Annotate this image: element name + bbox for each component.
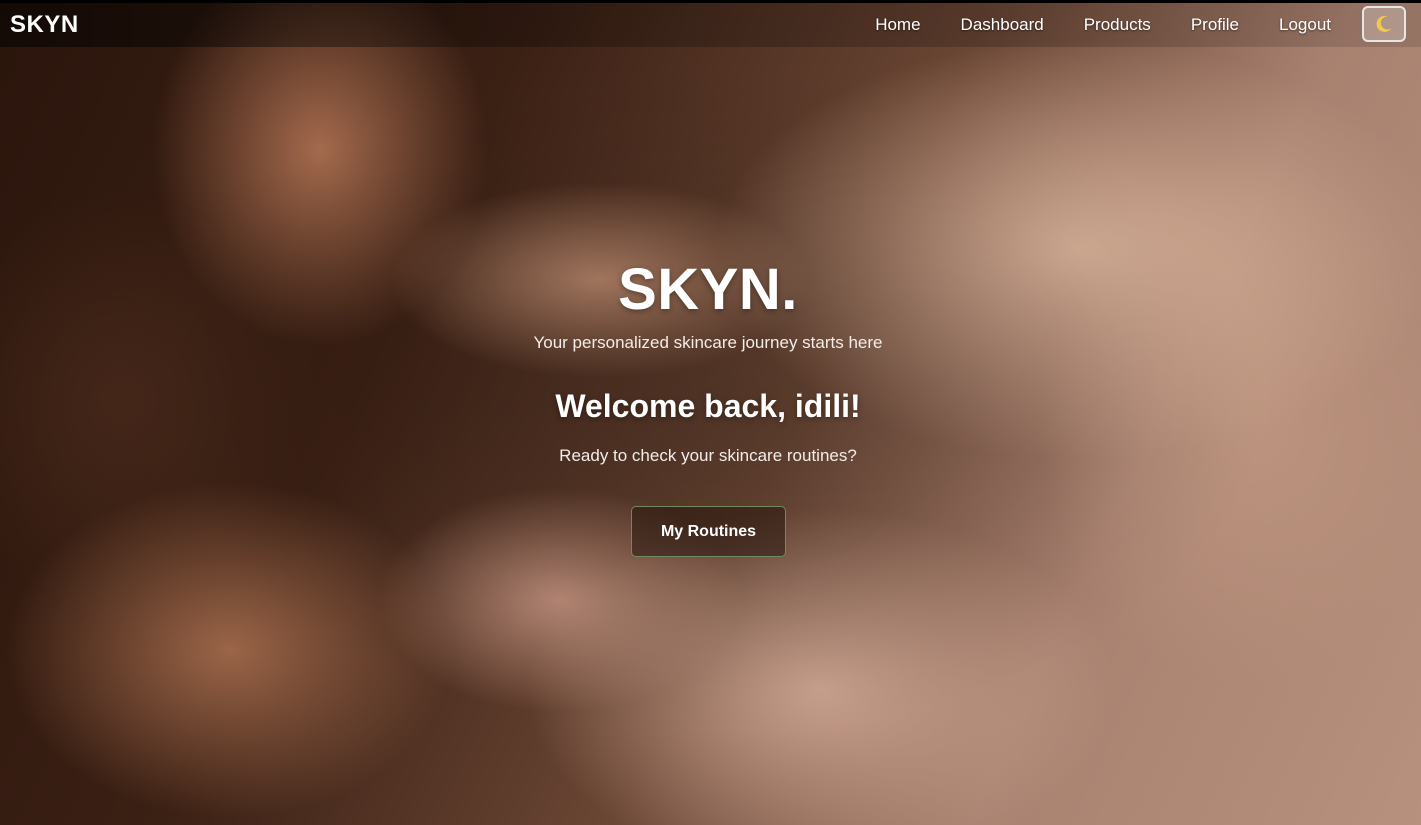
hero-subtitle: Your personalized skincare journey start… [533,333,883,352]
nav-link-home[interactable]: Home [875,15,920,35]
my-routines-button[interactable]: My Routines [631,506,786,557]
moon-icon [1374,14,1394,34]
navbar: SKYN Home Dashboard Products Profile Log… [0,3,1421,47]
nav-link-products[interactable]: Products [1084,15,1151,35]
brand-logo[interactable]: SKYN [10,11,79,39]
nav-link-logout[interactable]: Logout [1279,15,1331,35]
theme-toggle-button[interactable] [1362,6,1406,42]
hero-title: SKYN. [618,257,798,322]
nav-link-profile[interactable]: Profile [1191,15,1239,35]
home-page: SKYN Home Dashboard Products Profile Log… [0,0,1421,825]
nav-links: Home Dashboard Products Profile Logout [875,3,1331,47]
routine-prompt: Ready to check your skincare routines? [559,446,857,465]
nav-link-dashboard[interactable]: Dashboard [961,15,1044,35]
welcome-heading: Welcome back, idili! [555,388,861,424]
